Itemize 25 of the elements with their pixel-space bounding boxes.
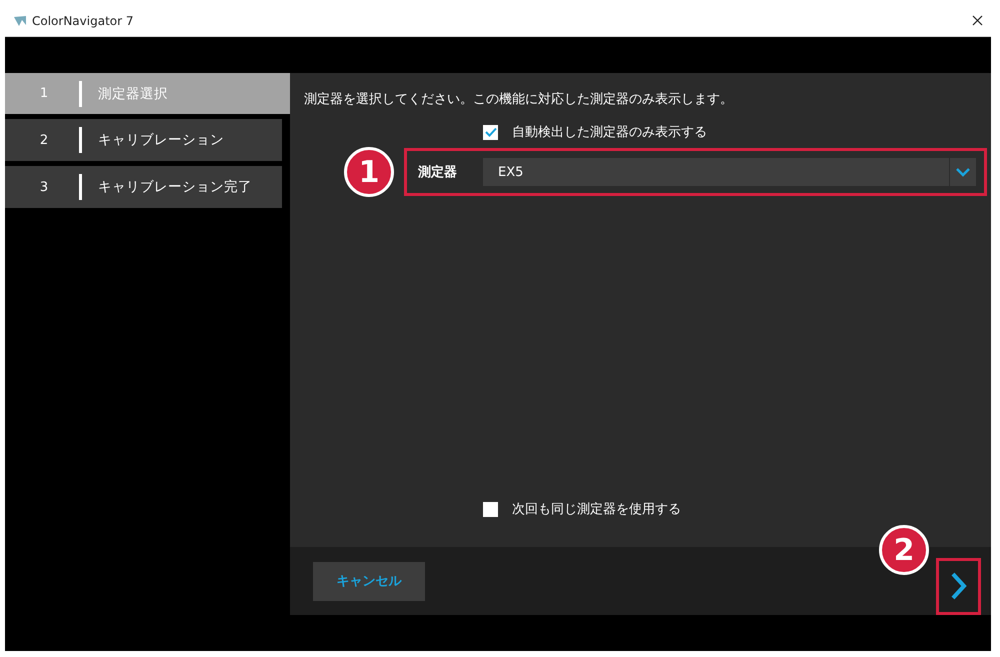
device-dropdown[interactable]: EX5 <box>483 158 976 186</box>
checkbox[interactable] <box>483 124 498 140</box>
step-label: 測定器選択 <box>98 84 168 102</box>
next-button[interactable] <box>936 558 981 614</box>
field-label: 測定器 <box>418 164 458 181</box>
step-number: 3 <box>38 180 50 194</box>
step-tab[interactable]: 3 キャリブレーション完了 <box>5 166 282 208</box>
checkmark-icon <box>484 127 496 137</box>
step-label: キャリブレーション完了 <box>98 178 252 196</box>
step-label: キャリブレーション <box>98 131 224 149</box>
window-title: ColorNavigator 7 <box>32 14 134 28</box>
step-number: 2 <box>38 132 50 148</box>
checkbox-label: 自動検出した測定器のみ表示する <box>512 124 707 141</box>
step-tab[interactable]: 2 キャリブレーション <box>5 119 282 161</box>
callout-badge: 1 <box>344 147 394 197</box>
cancel-button[interactable]: キャンセル <box>313 562 425 600</box>
close-icon[interactable] <box>972 15 983 26</box>
step-number: 1 <box>38 86 50 101</box>
app-icon <box>13 14 27 26</box>
instruction-text: 測定器を選択してください。この機能に対応した測定器のみ表示します。 <box>303 91 734 108</box>
chevron-right-icon <box>950 572 966 600</box>
checkbox[interactable] <box>483 502 498 516</box>
chevron-down-icon <box>956 168 970 176</box>
callout-badge: 2 <box>879 525 929 575</box>
checkbox-label: 次回も同じ測定器を使用する <box>512 501 681 518</box>
